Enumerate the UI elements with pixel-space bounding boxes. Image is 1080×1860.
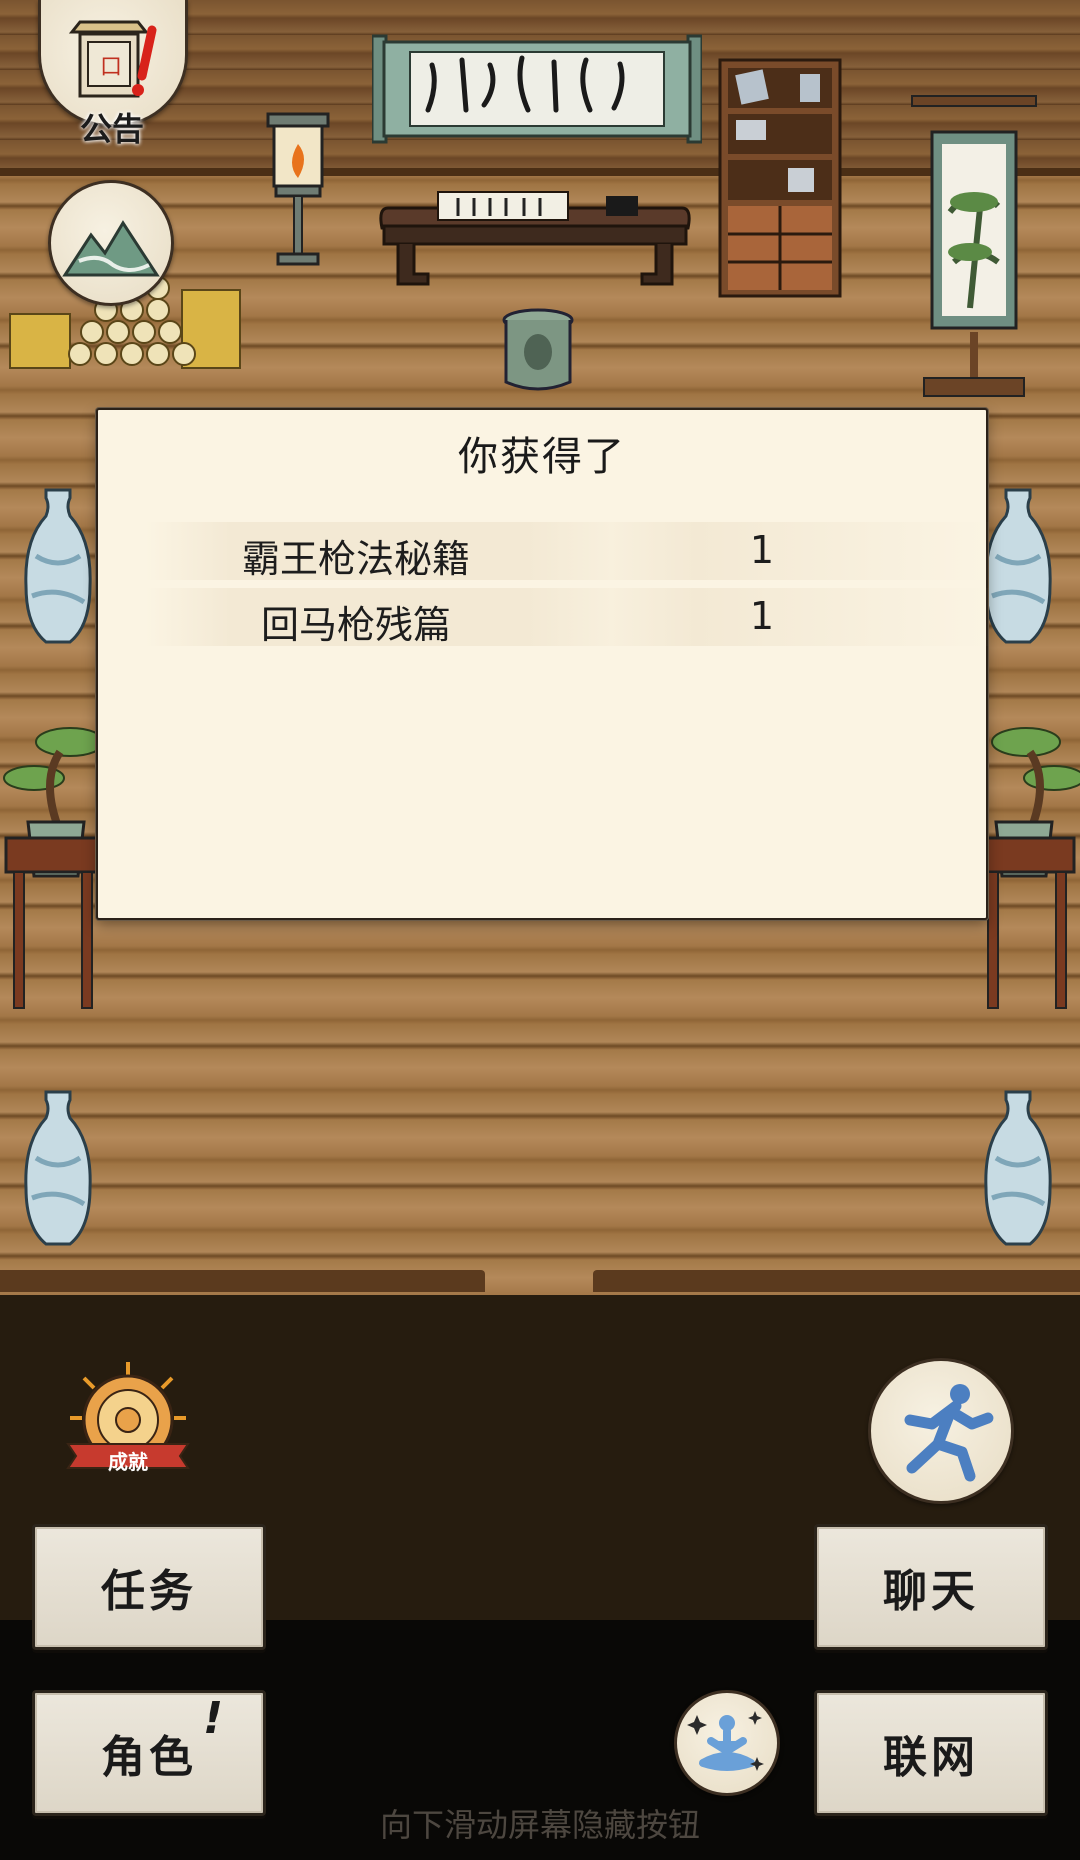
- network-button[interactable]: 联网: [814, 1690, 1048, 1816]
- meditate-icon: [687, 1711, 764, 1771]
- writing-desk: [379, 191, 691, 286]
- bookshelf: [718, 58, 842, 298]
- calligraphy-scroll: [372, 34, 702, 144]
- reward-item-qty: 1: [749, 594, 775, 638]
- task-button[interactable]: 任务: [32, 1524, 266, 1650]
- bonsai-table-right: [980, 727, 1080, 1009]
- achievement-button[interactable]: 成就: [64, 1358, 192, 1482]
- landscape-map-icon: [62, 220, 160, 277]
- svg-text:口: 口: [100, 55, 122, 80]
- vase-right-bottom: [984, 1090, 1052, 1246]
- network-button-label: 联网: [883, 1732, 979, 1783]
- dialog-title: 你获得了: [458, 434, 626, 480]
- reward-item-row: 霸王枪法秘籍 1: [146, 522, 992, 581]
- stool: [502, 308, 574, 391]
- role-button[interactable]: 角色 !: [32, 1690, 266, 1816]
- notice-icon: 口: [68, 20, 157, 98]
- bonsai-table-left: [3, 727, 100, 1009]
- floor-edge-right: [593, 1270, 1080, 1292]
- chat-button[interactable]: 聊天: [814, 1524, 1048, 1650]
- achievement-ribbon-label: 成就: [108, 1450, 148, 1474]
- vase-right-top: [984, 488, 1052, 644]
- reward-item-name: 霸王枪法秘籍: [241, 537, 470, 581]
- reward-item-row: 回马枪残篇 1: [146, 588, 992, 647]
- vase-left-top: [24, 488, 92, 644]
- pine-painting-stand: [911, 95, 1037, 397]
- notice-label: 公告: [79, 110, 144, 148]
- meditate-button[interactable]: [674, 1690, 780, 1796]
- run-button[interactable]: [868, 1358, 1014, 1504]
- hide-buttons-hint: 向下滑动屏幕隐藏按钮: [379, 1806, 700, 1844]
- map-button[interactable]: [48, 180, 174, 306]
- floor-edge-left: [0, 1270, 485, 1292]
- reward-item-qty: 1: [749, 528, 775, 572]
- vase-left-bottom: [24, 1090, 92, 1246]
- lantern: [266, 112, 330, 266]
- run-icon: [904, 1384, 994, 1482]
- reward-item-name: 回马枪残篇: [260, 603, 451, 647]
- task-button-label: 任务: [101, 1566, 197, 1617]
- role-button-label: 角色: [101, 1732, 197, 1783]
- chat-button-label: 聊天: [883, 1566, 979, 1617]
- reward-dialog[interactable]: 你获得了 霸王枪法秘籍 1 回马枪残篇 1: [96, 408, 992, 920]
- role-alert-icon: !: [203, 1693, 228, 1744]
